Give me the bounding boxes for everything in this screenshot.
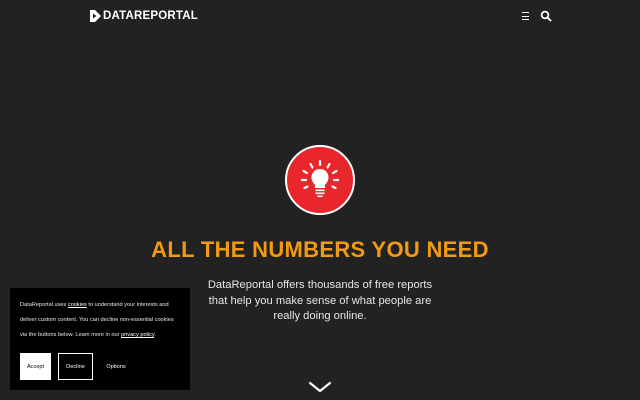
hero-headline: ALL THE NUMBERS YOU NEED [151, 237, 489, 262]
cookie-banner: DataReportal uses cookies to understand … [10, 288, 190, 390]
logo-text: DATAREPORTAL [103, 10, 199, 22]
hero-subtext: DataReportal offers thousands of free re… [207, 279, 433, 322]
cookie-text-start: DataReportal uses [20, 302, 68, 308]
datareportal-logo[interactable]: DATAREPORTAL [90, 10, 198, 22]
chevron-down-icon[interactable] [308, 380, 332, 394]
privacy-policy-link[interactable]: privacy policy [121, 332, 154, 338]
accept-cookies-button[interactable]: Accept [20, 353, 51, 380]
search-icon[interactable] [540, 10, 552, 22]
cookie-message: DataReportal uses cookies to understand … [20, 298, 182, 343]
site-header: DATAREPORTAL [0, 0, 640, 34]
lightbulb-badge [285, 145, 355, 215]
decline-cookies-button[interactable]: Decline [58, 353, 93, 380]
logo-mark-icon [90, 10, 101, 22]
cookie-text-end: . [154, 332, 156, 338]
cookies-link[interactable]: cookies [68, 302, 87, 308]
cookie-options-button[interactable]: Options [100, 353, 132, 380]
lightbulb-icon [300, 159, 340, 198]
hamburger-menu-icon[interactable] [521, 11, 531, 21]
